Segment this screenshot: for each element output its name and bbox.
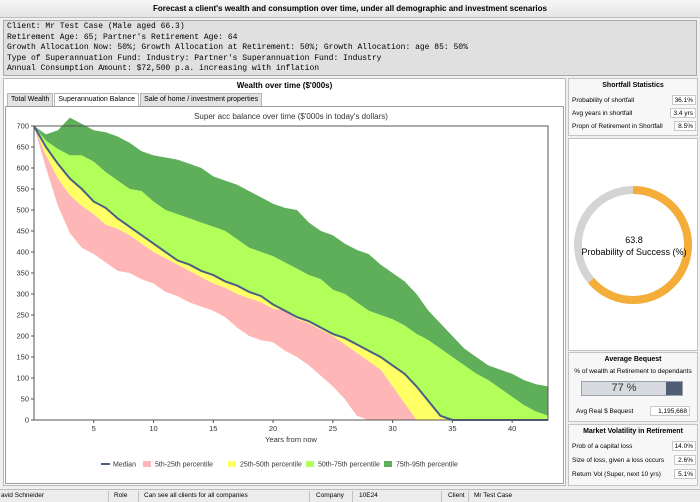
success-gauge-box: 63.8 Probability of Success (%): [568, 138, 698, 351]
legend-swatch: [306, 461, 314, 467]
chart-frame: Super acc balance over time ($'000s in t…: [5, 106, 564, 484]
bequest-box: Average Bequest % of wealth at Retiremen…: [568, 352, 698, 422]
shortfall-prob-label: Probability of shortfall: [572, 97, 635, 104]
x-tick-label: 5: [92, 424, 96, 433]
x-tick-label: 20: [269, 424, 277, 433]
y-tick-label: 400: [16, 248, 29, 257]
bequest-real-value: 1,195,668: [650, 406, 690, 416]
legend-label: 75th-95th percentile: [396, 462, 458, 469]
legend-swatch: [384, 461, 392, 467]
status-role-label: Role: [114, 492, 128, 499]
y-tick-label: 150: [16, 353, 29, 362]
capital-loss-label: Prob of a capital loss: [572, 443, 633, 450]
super-balance-chart: Super acc balance over time ($'000s in t…: [16, 112, 549, 469]
shortfall-title: Shortfall Statistics: [602, 82, 664, 89]
volatility-row: Return Vol (Super, next 10 yrs) 5.1%: [572, 469, 696, 480]
x-tick-label: 35: [448, 424, 456, 433]
y-tick-label: 50: [21, 395, 29, 404]
gauge-value: 63.8: [625, 235, 643, 245]
shortfall-propn-value: 8.5%: [674, 121, 696, 131]
loss-size-value: 2.6%: [674, 455, 696, 465]
y-tick-label: 450: [16, 227, 29, 236]
status-company-value: 10E24: [359, 492, 378, 499]
capital-loss-value: 14.0%: [671, 441, 696, 451]
shortfall-years-label: Avg years in shortfall: [572, 110, 633, 117]
y-tick-label: 700: [16, 122, 29, 131]
y-tick-label: 650: [16, 143, 29, 152]
status-company-label: Company: [316, 492, 344, 499]
bequest-subtitle: % of wealth at Retirement to dependants: [574, 368, 692, 375]
status-client-label: Client: [448, 492, 465, 499]
volatility-row: Size of loss, given a loss occurs 2.6%: [572, 455, 696, 466]
bequest-real-label: Avg Real $ Bequest: [576, 408, 634, 415]
x-tick-label: 15: [209, 424, 217, 433]
shortfall-row: Avg years in shortfall 3.4 yrs: [572, 108, 696, 119]
shortfall-box: Shortfall Statistics Probability of shor…: [568, 78, 698, 136]
legend-swatch: [143, 461, 151, 467]
wealth-panel-title: Wealth over time ($'000s): [236, 81, 333, 90]
y-tick-label: 100: [16, 374, 29, 383]
retirement-line: Retirement Age: 65; Partner's Retirement…: [7, 32, 238, 42]
client-line: Client: Mr Test Case (Male aged 66.3): [7, 22, 185, 31]
tab-total-wealth[interactable]: Total Wealth: [7, 93, 54, 106]
y-tick-label: 250: [16, 311, 29, 320]
bequest-real-row: Avg Real $ Bequest 1,195,668: [572, 406, 696, 417]
x-tick-label: 10: [149, 424, 157, 433]
wealth-panel: Wealth over time ($'000s) Total Wealth S…: [3, 78, 566, 486]
legend-label: 5th-25th percentile: [155, 462, 213, 469]
return-vol-label: Return Vol (Super, next 10 yrs): [572, 471, 661, 478]
bequest-title: Average Bequest: [604, 356, 662, 363]
shortfall-row: Probability of shortfall 36.1%: [572, 95, 696, 106]
chart-title: Super acc balance over time ($'000s in t…: [194, 112, 388, 121]
gauge-arc: [588, 186, 692, 304]
legend-swatch: [228, 461, 236, 467]
loss-size-label: Size of loss, given a loss occurs: [572, 457, 665, 464]
legend-label: 25th-50th percentile: [240, 462, 302, 469]
x-tick-label: 40: [508, 424, 516, 433]
shortfall-propn-label: Propn of Retirement in Shortfall: [572, 123, 663, 130]
y-tick-label: 500: [16, 206, 29, 215]
y-tick-label: 300: [16, 290, 29, 299]
window-title: Forecast a client's wealth and consumpti…: [0, 0, 700, 18]
bequest-bar: 77 %: [581, 381, 683, 396]
y-tick-label: 550: [16, 185, 29, 194]
x-tick-label: 25: [329, 424, 337, 433]
allocation-line: Growth Allocation Now: 50%; Growth Alloc…: [7, 43, 468, 53]
fund-type-line: Type of Superannuation Fund: Industry: P…: [7, 53, 382, 63]
volatility-box: Market Volatility in Retirement Prob of …: [568, 424, 698, 486]
status-client-value: Mr Test Case: [474, 492, 513, 499]
status-role-value: Can see all clients for all companies: [144, 492, 248, 499]
shortfall-row: Propn of Retirement in Shortfall 8.5%: [572, 121, 696, 132]
shortfall-years-value: 3.4 yrs: [670, 108, 696, 118]
y-tick-label: 350: [16, 269, 29, 278]
consumption-line: Annual Consumption Amount: $72,500 p.a. …: [7, 64, 320, 74]
wealth-tabs: Total Wealth Superannuation Balance Sale…: [7, 93, 263, 106]
y-tick-label: 0: [25, 416, 29, 425]
shortfall-prob-value: 36.1%: [671, 95, 696, 105]
y-tick-label: 600: [16, 164, 29, 173]
return-vol-value: 5.1%: [674, 469, 696, 479]
bequest-percent: 77 %: [611, 382, 637, 394]
x-axis-label: Years from now: [265, 435, 317, 444]
tab-superannuation-balance[interactable]: Superannuation Balance: [54, 93, 140, 106]
status-user: avid Schneider: [1, 492, 44, 499]
volatility-row: Prob of a capital loss 14.0%: [572, 441, 696, 452]
tab-sale-of-home[interactable]: Sale of home / investment properties: [140, 93, 263, 106]
legend-label: Median: [113, 462, 136, 469]
status-bar: avid Schneider Role Can see all clients …: [0, 489, 700, 502]
legend-label: 50th-75th percentile: [318, 462, 380, 469]
x-tick-label: 30: [388, 424, 396, 433]
y-tick-label: 200: [16, 332, 29, 341]
gauge-label: Probability of Success (%): [581, 247, 687, 257]
client-info-panel: Client: Mr Test Case (Male aged 66.3) Re…: [3, 20, 697, 76]
volatility-title: Market Volatility in Retirement: [583, 428, 683, 435]
